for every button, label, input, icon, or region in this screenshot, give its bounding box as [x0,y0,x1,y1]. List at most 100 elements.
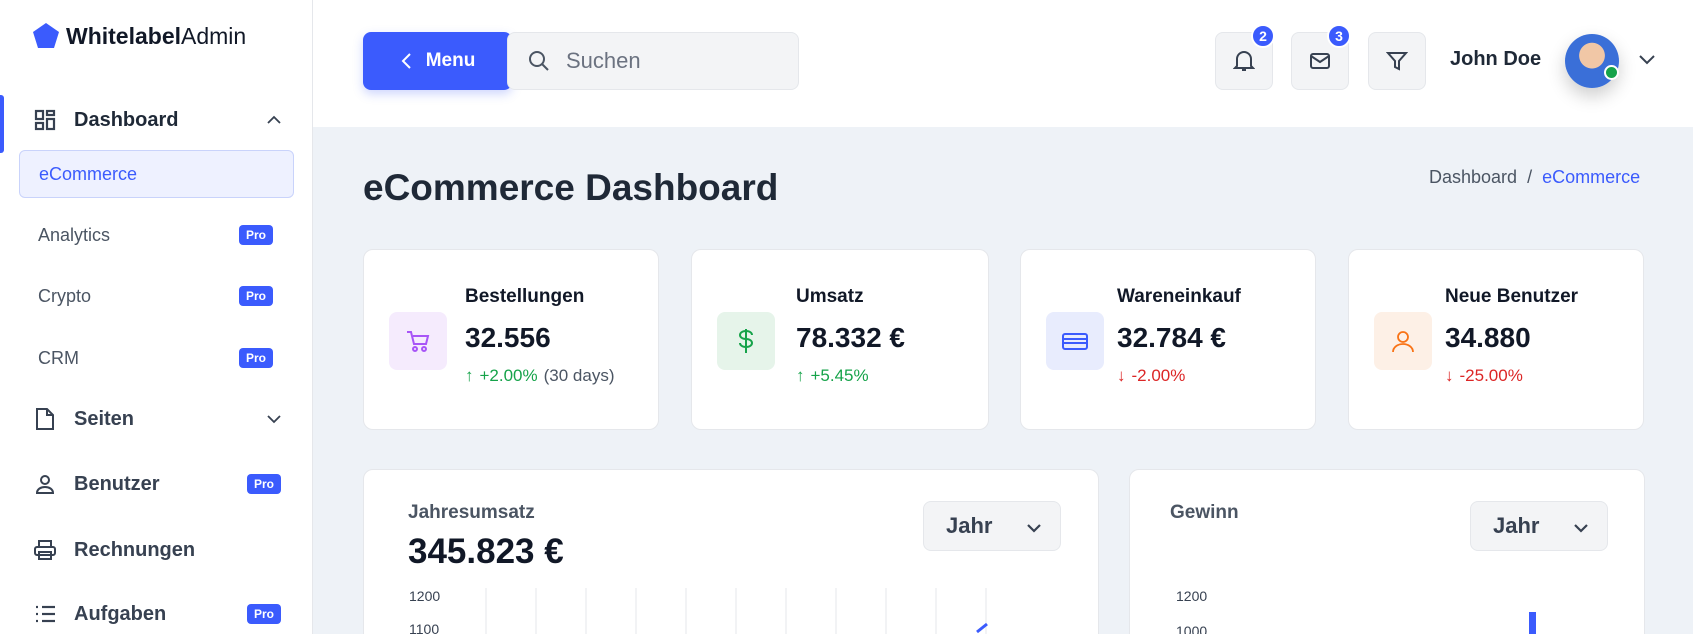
messages-button[interactable]: 3 [1291,24,1351,90]
sidebar-item-benutzer[interactable]: Benutzer Pro [0,459,313,509]
stat-change: ↑ +5.45% [796,366,869,386]
dollar-icon [717,312,775,370]
avatar[interactable] [1565,34,1619,88]
chevron-down-icon[interactable] [1635,48,1659,72]
search-box[interactable] [507,32,799,90]
credit-card-icon [1046,312,1104,370]
sidebar-item-rechnungen[interactable]: Rechnungen [0,525,313,575]
stat-title: Wareneinkauf [1117,286,1241,307]
chevron-down-icon[interactable] [262,407,286,431]
file-icon [32,406,58,432]
sidebar-subitem-label: eCommerce [39,163,138,184]
mail-icon [1310,53,1330,69]
page-title: eCommerce Dashboard [363,167,779,208]
menu-button[interactable]: Menu [363,32,512,90]
chevron-up-icon[interactable] [262,108,286,132]
bell-icon [1233,51,1255,71]
stat-title: Bestellungen [465,286,585,307]
chart-title: Gewinn [1170,502,1239,523]
breadcrumb: Dashboard / eCommerce [1429,167,1640,188]
chevron-down-icon [1574,524,1588,533]
stat-title: Umsatz [796,286,864,307]
sidebar-item-dashboard[interactable]: Dashboard [0,95,313,153]
stat-card-new-users: Neue Benutzer 34.880 ↓ -25.00% [1348,249,1644,430]
sidebar-item-label: Dashboard [74,108,179,131]
sidebar-subitem-label: Crypto [38,285,92,306]
period-select-value: Jahr [946,513,993,538]
printer-icon [32,537,58,563]
logo-icon [33,23,59,48]
filter-button[interactable] [1368,32,1426,90]
sidebar-subitem-label: CRM [38,347,79,368]
sidebar-subitem-label: Analytics [38,224,111,245]
pro-badge: Pro [247,604,282,624]
sidebar-item-aufgaben[interactable]: Aufgaben Pro [0,589,313,634]
sidebar-item-label: Benutzer [74,472,160,495]
stat-card-purchases: Wareneinkauf 32.784 € ↓ -2.00% [1020,249,1316,430]
stat-change: ↓ -2.00% [1117,366,1185,386]
breadcrumb-separator: / [1527,167,1533,187]
stat-card-orders: Bestellungen 32.556 ↑ +2.00% (30 days) [363,249,659,430]
stat-change-value: +2.00% [479,366,538,385]
sidebar-subitem-crm[interactable]: CRM Pro [19,334,294,382]
revenue-chart-card: Jahresumsatz 345.823 € Jahr 1200 1100 [363,469,1099,634]
stat-value: 32.556 [465,322,551,353]
dashboard-icon [32,107,58,133]
stat-value: 34.880 [1445,322,1531,353]
filter-icon [1386,52,1408,71]
sidebar-item-label: Rechnungen [74,538,196,561]
list-icon [32,601,58,627]
messages-badge: 3 [1327,24,1351,48]
notifications-button[interactable]: 2 [1215,24,1275,90]
user-name[interactable]: John Doe [1450,48,1541,71]
pro-badge: Pro [239,286,274,306]
sidebar-item-seiten[interactable]: Seiten [0,394,313,444]
y-tick-label: 1100 [409,621,440,634]
brand-bold: Whitelabel [66,22,182,49]
stat-change: ↓ -25.00% [1445,366,1523,386]
stat-card-revenue: Umsatz 78.332 € ↑ +5.45% [691,249,989,430]
breadcrumb-root[interactable]: Dashboard [1429,167,1517,188]
period-select[interactable]: Jahr [923,501,1061,551]
sidebar-item-label: Seiten [74,407,135,430]
shopping-cart-icon [389,312,447,370]
menu-button-label: Menu [425,50,476,71]
period-select-value: Jahr [1493,513,1540,538]
brand-light: Admin [181,22,247,49]
top-header: Menu 2 3 John Doe [313,0,1693,127]
user-icon [32,471,58,497]
arrow-down-icon: ↓ [1445,366,1454,385]
stat-change-value: -2.00% [1131,366,1186,385]
sidebar-subitem-ecommerce[interactable]: eCommerce [19,150,294,198]
brand[interactable]: WhitelabelAdmin [32,22,246,50]
stat-title: Neue Benutzer [1445,286,1579,307]
chevron-left-icon [401,53,411,69]
search-icon [529,51,549,71]
profit-chart-card: Gewinn Jahr 1200 1000 [1129,469,1645,634]
chart-value: 345.823 € [408,532,564,571]
chevron-down-icon [1027,524,1041,533]
stat-value: 32.784 € [1117,322,1226,353]
arrow-up-icon: ↑ [796,366,805,385]
pro-badge: Pro [247,474,282,494]
chart-title: Jahresumsatz [408,502,535,523]
pro-badge: Pro [239,225,274,245]
arrow-up-icon: ↑ [465,366,474,385]
search-input[interactable] [566,48,766,74]
stat-change: ↑ +2.00% (30 days) [465,366,615,386]
sidebar-item-label: Aufgaben [74,602,167,625]
sidebar: WhitelabelAdmin Dashboard eCommerce Anal… [0,0,313,634]
chart-bar [1529,612,1536,634]
y-tick-label: 1000 [1176,623,1208,634]
revenue-chart-grid [485,588,988,634]
arrow-down-icon: ↓ [1117,366,1126,385]
stat-note: (30 days) [543,366,615,385]
notifications-badge: 2 [1251,24,1275,48]
stat-value: 78.332 € [796,322,905,353]
period-select[interactable]: Jahr [1470,501,1608,551]
user-icon [1374,312,1432,370]
sidebar-subitem-crypto[interactable]: Crypto Pro [19,272,294,320]
sidebar-subitem-analytics[interactable]: Analytics Pro [19,211,294,259]
y-tick-label: 1200 [409,588,441,604]
stat-change-value: +5.45% [810,366,869,385]
